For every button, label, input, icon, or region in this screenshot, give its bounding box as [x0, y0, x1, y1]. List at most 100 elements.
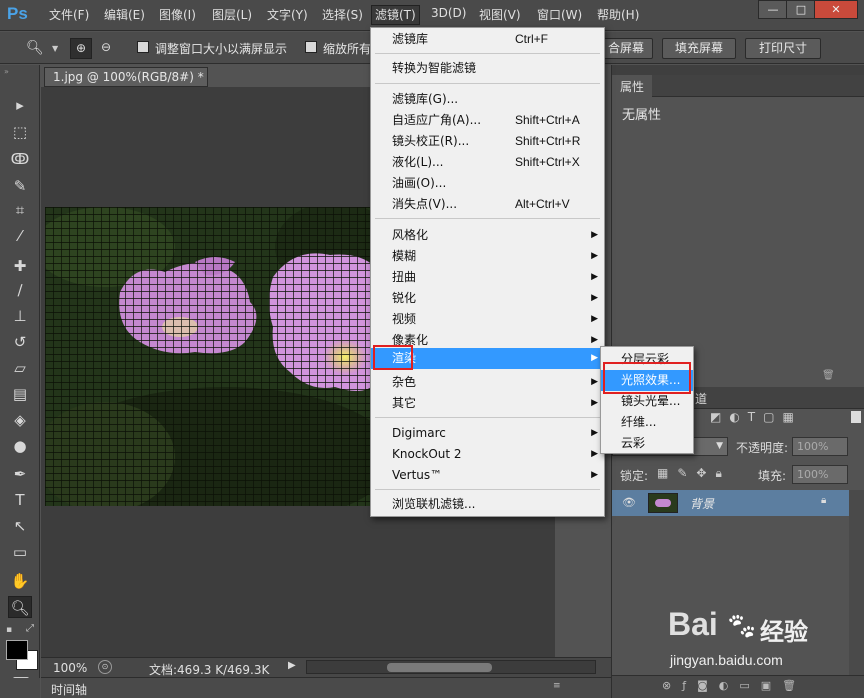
menu-item-lens-correction[interactable]: 镜头校正(R)... Shift+Ctrl+R — [371, 131, 604, 152]
close-button[interactable]: ✕ — [814, 0, 858, 19]
menu-select[interactable]: 选择(S) — [322, 6, 363, 23]
filter-toggle[interactable] — [851, 411, 861, 423]
menu-item-filter-gallery-last[interactable]: 滤镜库 Ctrl+F — [371, 29, 604, 50]
menu-item-vertus[interactable]: Vertus™ ▶ — [371, 465, 604, 486]
resize-window-label: 调整窗口大小以满屏显示 — [155, 42, 288, 56]
zoom-level[interactable]: 100% — [53, 661, 87, 675]
menu-item-clouds[interactable]: 云彩 — [601, 433, 693, 454]
menu-item-adaptive-wide-angle[interactable]: 自适应广角(A)... Shift+Ctrl+A — [371, 110, 604, 131]
menu-item-video[interactable]: 视频 ▶ — [371, 309, 604, 330]
channels-tab[interactable]: 道 — [695, 390, 707, 407]
menu-item-distort[interactable]: 扭曲 ▶ — [371, 267, 604, 288]
minimize-button[interactable]: — — [758, 0, 788, 19]
zoom-tool-icon[interactable]: 🔍︎ — [26, 40, 44, 56]
menu-view[interactable]: 视图(V) — [479, 6, 521, 23]
menu-item-lens-flare[interactable]: 镜头光晕... — [601, 391, 693, 412]
crop-tool-icon[interactable]: ⌗ — [8, 199, 32, 221]
shape-tool-icon[interactable]: ▭ — [8, 541, 32, 563]
type-tool-icon[interactable]: T — [8, 489, 32, 511]
document-image[interactable] — [45, 207, 377, 506]
maximize-button[interactable]: □ — [786, 0, 816, 19]
horizontal-scrollbar[interactable] — [306, 660, 596, 674]
menu-item-stylize[interactable]: 风格化 ▶ — [371, 225, 604, 246]
status-menu-arrow-icon[interactable]: ▶ — [288, 660, 296, 671]
default-colors-icon[interactable]: ▪ — [6, 625, 12, 635]
submenu-arrow-icon: ▶ — [591, 272, 598, 282]
print-size-button[interactable]: 打印尺寸 — [745, 38, 821, 59]
lock-icons[interactable]: ▦✎✥🔒︎ — [657, 466, 731, 481]
menu-item-fibers[interactable]: 纤维... — [601, 412, 693, 433]
document-tab[interactable]: 1.jpg @ 100%(RGB/8#) * × — [44, 67, 208, 98]
opacity-input[interactable]: 100% — [792, 437, 848, 456]
menu-filter[interactable]: 滤镜(T) — [371, 5, 420, 25]
healing-brush-tool-icon[interactable]: ✚ — [8, 255, 32, 277]
pen-tool-icon[interactable]: ✒ — [8, 463, 32, 485]
menu-item-oil-paint[interactable]: 油画(O)... — [371, 173, 604, 194]
quick-select-tool-icon[interactable]: ✎ — [8, 175, 32, 197]
zoom-out-icon[interactable]: ⊖ — [95, 38, 117, 59]
submenu-arrow-icon: ▶ — [591, 314, 598, 324]
lock-label: 锁定: — [620, 469, 649, 483]
submenu-arrow-icon: ▶ — [591, 293, 598, 303]
submenu-arrow-icon: ▶ — [591, 230, 598, 240]
lasso-tool-icon[interactable]: ↂ — [8, 148, 32, 170]
menu-help[interactable]: 帮助(H) — [597, 6, 639, 23]
menu-item-blur[interactable]: 模糊 ▶ — [371, 246, 604, 267]
clone-stamp-tool-icon[interactable]: ⊥ — [8, 305, 32, 327]
resize-window-checkbox[interactable] — [137, 41, 149, 53]
menu-image[interactable]: 图像(I) — [159, 6, 196, 23]
move-tool-icon[interactable]: ▸ — [8, 94, 32, 116]
eyedropper-tool-icon[interactable]: ⁄ — [8, 225, 32, 247]
menu-item-other[interactable]: 其它 ▶ — [371, 393, 604, 414]
status-info-icon[interactable]: ⊙ — [98, 660, 112, 674]
foreground-color-swatch[interactable] — [6, 640, 28, 660]
chevron-down-icon[interactable]: ▼ — [52, 44, 58, 53]
layer-action-icons[interactable]: ⊗ƒ◙◐▭▣🗑 — [662, 679, 807, 692]
hand-tool-icon[interactable]: ✋ — [8, 570, 32, 592]
document-title: 1.jpg @ 100%(RGB/8#) * — [53, 70, 204, 84]
menu-item-digimarc[interactable]: Digimarc ▶ — [371, 423, 604, 444]
menu-item-browse-online[interactable]: 浏览联机滤镜... — [371, 494, 604, 515]
layer-filter-icons[interactable]: ◩◐T▢▦ — [710, 410, 802, 424]
menu-item-sharpen[interactable]: 锐化 ▶ — [371, 288, 604, 309]
fill-screen-button[interactable]: 填充屏幕 — [662, 38, 736, 59]
eye-icon[interactable]: 👁︎ — [622, 496, 636, 509]
menu-item-liquify[interactable]: 液化(L)... Shift+Ctrl+X — [371, 152, 604, 173]
zoom-tool-icon[interactable]: 🔍︎ — [8, 596, 32, 618]
collapse-icon[interactable]: » — [4, 67, 9, 76]
marquee-tool-icon[interactable]: ⬚ — [8, 121, 32, 143]
scrollbar-thumb[interactable] — [387, 663, 492, 672]
stained-glass-flower-image — [45, 207, 377, 506]
path-select-tool-icon[interactable]: ↖ — [8, 515, 32, 537]
menu-type[interactable]: 文字(Y) — [267, 6, 308, 23]
menu-item-knockout[interactable]: KnockOut 2 ▶ — [371, 444, 604, 465]
swap-colors-icon[interactable]: ⤢ — [26, 623, 34, 634]
blur-tool-icon[interactable]: ◈ — [8, 409, 32, 431]
annotation-box-render — [373, 345, 413, 370]
zoom-all-checkbox[interactable] — [305, 41, 317, 53]
history-brush-tool-icon[interactable]: ↺ — [8, 331, 32, 353]
panel-menu-icon[interactable]: ≡ — [553, 681, 561, 691]
fill-input[interactable]: 100% — [792, 465, 848, 484]
menu-item-noise[interactable]: 杂色 ▶ — [371, 372, 604, 393]
menu-item-filter-gallery[interactable]: 滤镜库(G)... — [371, 89, 604, 110]
timeline-tab[interactable]: 时间轴 — [51, 681, 87, 698]
menu-layer[interactable]: 图层(L) — [212, 6, 252, 23]
menu-item-convert-smart[interactable]: 转换为智能滤镜 — [371, 58, 604, 79]
brush-tool-icon[interactable]: ∕ — [8, 279, 32, 301]
menu-window[interactable]: 窗口(W) — [537, 6, 582, 23]
menu-edit[interactable]: 编辑(E) — [104, 6, 145, 23]
zoom-in-icon[interactable]: ⊕ — [70, 38, 92, 59]
menu-item-vanishing-point[interactable]: 消失点(V)... Alt+Ctrl+V — [371, 194, 604, 215]
menu-file[interactable]: 文件(F) — [49, 6, 89, 23]
layer-row[interactable]: 👁︎ 背景 🔒︎ — [612, 490, 849, 516]
timeline-panel: 时间轴 ≡ — [5, 677, 611, 698]
trash-icon[interactable]: 🗑 — [822, 370, 835, 381]
dodge-tool-icon[interactable]: ● — [8, 435, 32, 457]
gradient-tool-icon[interactable]: ▤ — [8, 383, 32, 405]
menu-3d[interactable]: 3D(D) — [431, 6, 466, 20]
layer-name[interactable]: 背景 — [690, 495, 714, 512]
properties-tab[interactable]: 属性 — [612, 75, 652, 97]
eraser-tool-icon[interactable]: ▱ — [8, 357, 32, 379]
watermark-brand-2: 经验 — [760, 618, 808, 646]
